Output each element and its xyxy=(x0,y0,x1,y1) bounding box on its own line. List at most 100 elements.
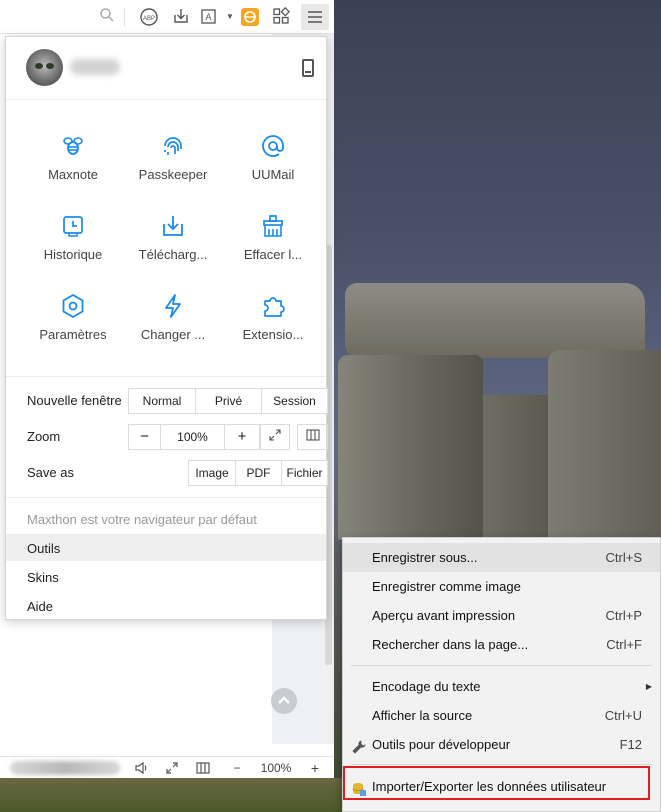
shortcut-label: Ctrl+F xyxy=(606,637,642,652)
broom-icon xyxy=(260,213,286,239)
zoom-level: 100% xyxy=(260,761,292,775)
grid-item-changer[interactable]: Changer ... xyxy=(123,293,223,353)
font-icon[interactable]: A xyxy=(200,7,220,27)
submenu-label: Rechercher dans la page... xyxy=(372,637,529,652)
grid-label: Changer ... xyxy=(140,327,206,342)
status-bar: − 100% + xyxy=(0,756,334,778)
adblock-icon[interactable]: ABP xyxy=(139,7,159,27)
fullscreen-icon[interactable] xyxy=(260,424,290,450)
submenu-label: Afficher la source xyxy=(372,708,473,723)
chevron-right-icon: ▶ xyxy=(645,682,652,691)
grid-label: Maxnote xyxy=(48,167,98,182)
grid-label: Passkeeper xyxy=(138,167,208,182)
download-icon xyxy=(160,213,186,239)
new-window-options: Normal Privé Session xyxy=(128,388,328,414)
grid-item-extensions[interactable]: Extensio... xyxy=(223,293,323,353)
speaker-icon[interactable] xyxy=(132,759,152,777)
grid-label: UUMail xyxy=(251,167,295,182)
device-icon[interactable] xyxy=(302,59,314,77)
grid-item-parametres[interactable]: Paramètres xyxy=(23,293,123,353)
scroll-to-top-icon[interactable] xyxy=(271,688,297,714)
submenu-label: Aperçu avant impression xyxy=(372,608,516,623)
grid-label: Extensio... xyxy=(242,327,304,342)
chevron-down-icon[interactable]: ▼ xyxy=(220,7,240,27)
bee-icon xyxy=(60,133,86,159)
submenu-divider xyxy=(351,764,652,765)
stone-pillar-left xyxy=(338,355,483,540)
grid-label: Télécharg... xyxy=(138,247,208,262)
submenu-item-text-encoding[interactable]: Encodage du texte ▶ xyxy=(343,672,660,701)
zoom-label: Zoom xyxy=(27,429,61,444)
default-browser-note: Maxthon est votre navigateur par défaut xyxy=(27,512,257,527)
submenu-item-devtools[interactable]: Outils pour développeur F12 xyxy=(343,730,660,759)
grid-item-historique[interactable]: Historique xyxy=(23,213,123,273)
avatar[interactable] xyxy=(26,49,63,86)
grid-label: Historique xyxy=(43,247,103,262)
zoom-out-button[interactable]: − xyxy=(227,759,247,777)
stone-pillar-middle xyxy=(483,395,548,540)
submenu-divider xyxy=(351,665,652,666)
menu-item-skins[interactable]: Skins xyxy=(27,570,59,585)
submenu-item-save-as[interactable]: Enregistrer sous... Ctrl+S xyxy=(343,543,660,572)
split-view-icon[interactable] xyxy=(193,759,213,777)
toolbar-divider xyxy=(124,8,125,26)
zoom-control: − 100% + xyxy=(128,424,260,450)
menu-zoom-in-button[interactable]: + xyxy=(225,425,259,449)
hamburger-menu-icon[interactable] xyxy=(301,4,329,30)
submenu-label: Enregistrer comme image xyxy=(372,579,521,594)
menu-zoom-out-button[interactable]: − xyxy=(129,425,161,449)
tools-submenu: Enregistrer sous... Ctrl+S Enregistrer c… xyxy=(342,537,661,812)
grid-item-uumail[interactable]: UUMail xyxy=(223,133,323,193)
new-window-private-button[interactable]: Privé xyxy=(196,389,262,413)
shortcut-label: Ctrl+P xyxy=(605,608,642,623)
menu-item-aide[interactable]: Aide xyxy=(27,599,53,614)
grid-item-maxnote[interactable]: Maxnote xyxy=(23,133,123,193)
submenu-label: Outils pour développeur xyxy=(372,737,511,752)
highlight-box xyxy=(343,766,650,800)
divider xyxy=(6,497,326,498)
svg-text:ABP: ABP xyxy=(143,16,155,22)
maxthon-sync-icon[interactable] xyxy=(240,7,260,27)
gear-icon xyxy=(60,293,86,319)
save-as-image-button[interactable]: Image xyxy=(189,461,236,485)
grid-label: Effacer l... xyxy=(243,247,303,262)
divider xyxy=(6,376,326,377)
submenu-label: Encodage du texte xyxy=(372,679,481,694)
search-icon[interactable] xyxy=(97,7,117,27)
status-text-blurred xyxy=(10,761,120,775)
puzzle-icon xyxy=(260,293,286,319)
new-window-normal-button[interactable]: Normal xyxy=(129,389,196,413)
grid-item-effacer[interactable]: Effacer l... xyxy=(223,213,323,273)
shortcut-label: Ctrl+U xyxy=(604,708,642,723)
save-as-label: Save as xyxy=(27,465,74,480)
menu-item-outils-label[interactable]: Outils xyxy=(27,541,60,556)
new-window-session-button[interactable]: Session xyxy=(262,389,327,413)
submenu-label: Enregistrer sous... xyxy=(372,550,478,565)
download-icon[interactable] xyxy=(171,7,191,27)
browser-toolbar: ABP A ▼ xyxy=(0,0,334,34)
zoom-in-button[interactable]: + xyxy=(305,759,325,777)
wrench-icon xyxy=(351,736,367,765)
shortcut-label: F12 xyxy=(619,737,642,752)
stone-pillar-right xyxy=(548,350,661,540)
fullscreen-icon[interactable] xyxy=(162,759,182,777)
new-window-label: Nouvelle fenêtre xyxy=(27,393,122,408)
submenu-item-find-in-page[interactable]: Rechercher dans la page... Ctrl+F xyxy=(343,630,660,659)
grid-item-passkeeper[interactable]: Passkeeper xyxy=(123,133,223,193)
lightning-icon xyxy=(160,293,186,319)
save-as-pdf-button[interactable]: PDF xyxy=(236,461,282,485)
save-as-file-button[interactable]: Fichier xyxy=(282,461,327,485)
profile-row[interactable] xyxy=(6,37,326,100)
submenu-item-save-image[interactable]: Enregistrer comme image xyxy=(343,572,660,601)
grid-item-telechargements[interactable]: Télécharg... xyxy=(123,213,223,273)
grid-icon[interactable] xyxy=(271,6,291,27)
submenu-item-view-source[interactable]: Afficher la source Ctrl+U xyxy=(343,701,660,730)
stone-lintel xyxy=(345,283,645,358)
menu-zoom-value: 100% xyxy=(161,425,225,449)
fingerprint-icon xyxy=(160,133,186,159)
main-menu-panel: Maxnote Passkeeper UUMail Historique Tél… xyxy=(5,36,328,620)
username-blurred[interactable] xyxy=(70,59,120,75)
at-icon xyxy=(260,133,286,159)
submenu-item-print-preview[interactable]: Aperçu avant impression Ctrl+P xyxy=(343,601,660,630)
split-view-icon[interactable] xyxy=(297,424,328,450)
